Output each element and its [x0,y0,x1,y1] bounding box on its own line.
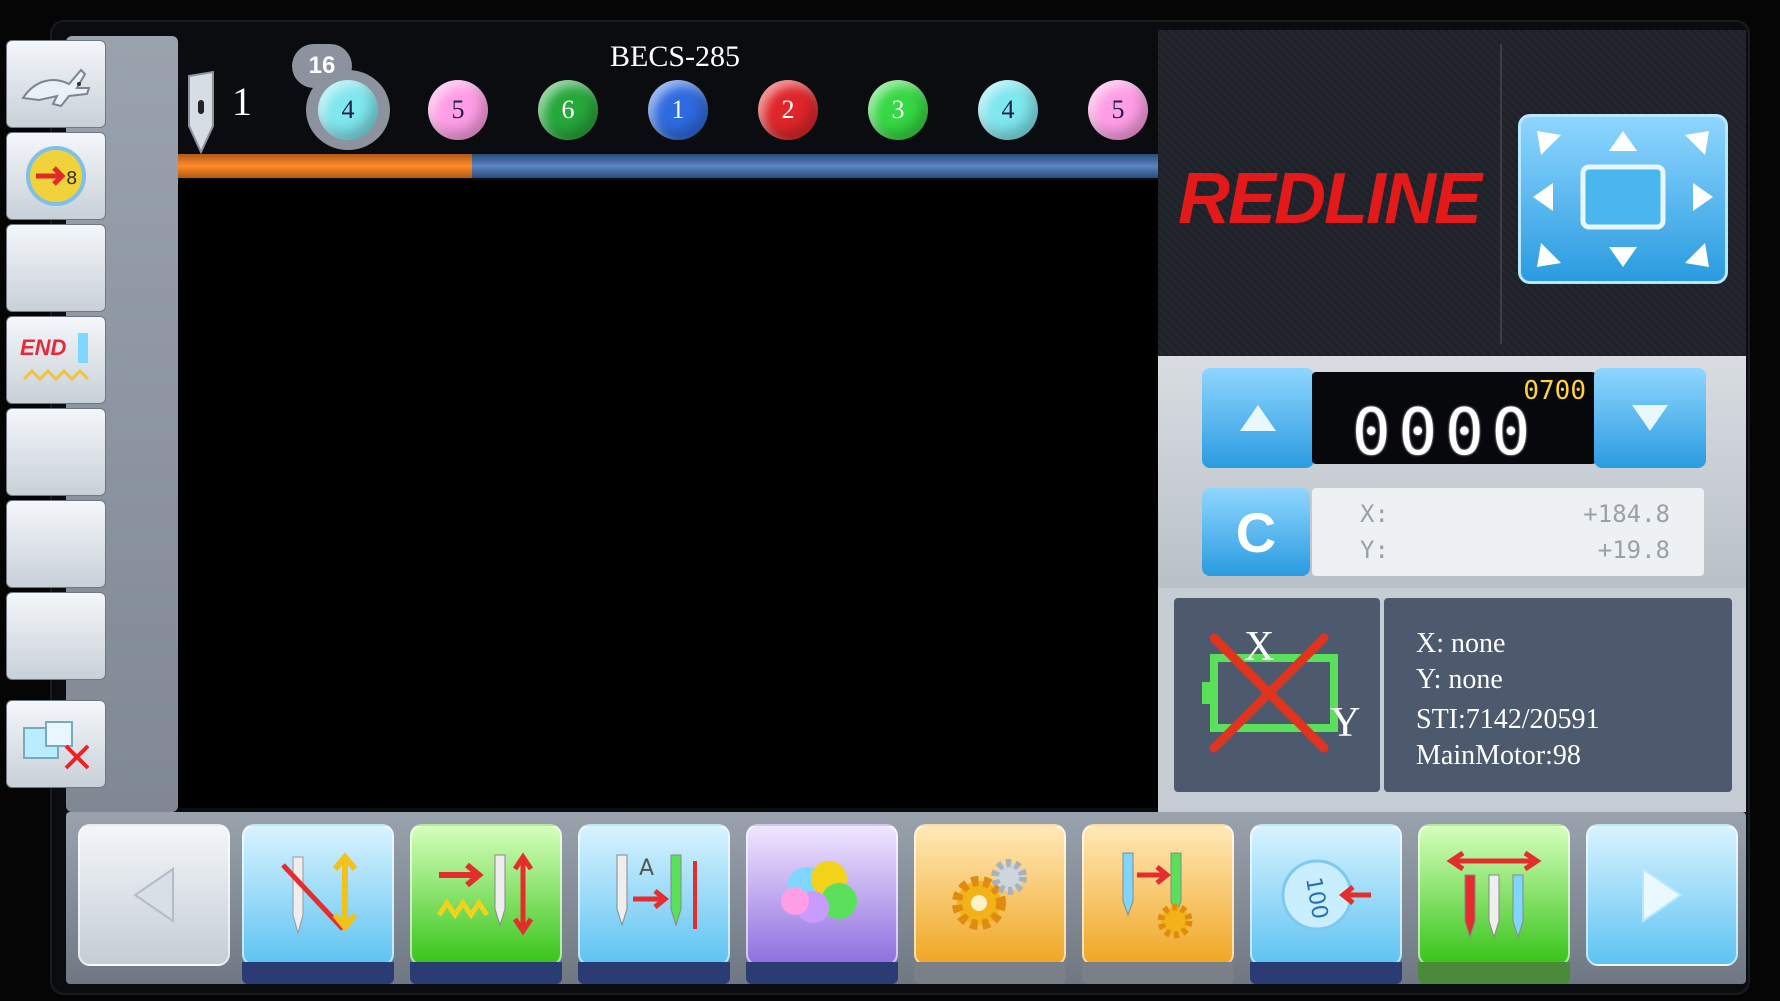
svg-text:8: 8 [66,168,77,189]
color-palette-icon [781,861,857,923]
design-name: BECS-285 [609,40,741,73]
needle-color-3[interactable]: 6 [538,80,598,140]
stitch-forward-icon [436,852,534,936]
prev-page-button[interactable] [78,824,230,966]
button-base [1082,962,1234,984]
needle-color-8[interactable]: 5 [1088,80,1148,140]
frame-jog-pad[interactable] [1518,114,1728,284]
needle-change-icon [281,852,358,935]
left-blank-button-3[interactable] [6,500,106,588]
stitch-progress-fill [178,154,472,178]
left-blank-button-2[interactable] [6,408,106,496]
rabbit-icon [21,68,91,108]
needle-settings-icon [1122,852,1193,939]
rabbit-speed-button[interactable] [6,40,106,128]
stitch-progress-bar [178,154,1158,178]
svg-text:A: A [639,856,654,881]
button-base [242,962,394,984]
left-blank-button-4[interactable] [6,592,106,680]
needle-color-7[interactable]: 4 [978,80,1038,140]
y-coord-label: Y: [1360,536,1389,564]
current-speed: 0000 [1352,396,1539,470]
arrow-up-icon [1240,405,1276,431]
return-origin-button[interactable]: 8 [6,132,106,220]
frame-limit-status: X Y [1174,598,1380,792]
arrow-down-icon [1632,405,1668,431]
button-base [410,962,562,984]
machine-status-info: X: none Y: none STI:7142/20591 MainMotor… [1384,598,1732,792]
x-coord-value: +184.8 [1583,500,1670,528]
move-arrows-icon [1533,131,1713,267]
needle-color-5[interactable]: 2 [758,80,818,140]
speed-down-button[interactable] [1594,368,1706,468]
thread-trim-button[interactable] [1418,824,1570,966]
end-button[interactable]: END [6,316,106,404]
needle-color-4[interactable]: 1 [648,80,708,140]
x-coord-label: X: [1360,500,1389,528]
clear-frame-icon [23,721,90,770]
y-coord-value: +19.8 [1597,536,1670,564]
prev-page-icon [133,867,174,923]
clear-coords-button[interactable]: C [1202,488,1310,576]
button-base [1250,962,1402,984]
speed-display: 0700 0000 [1312,372,1596,470]
needle-icon [188,70,214,154]
needle-align-icon: A [616,854,697,929]
stitch-forward-button[interactable] [410,824,562,966]
end-icon: END [20,333,90,382]
speed-100-button[interactable]: 100 [1250,824,1402,966]
brand-logo: REDLINE [1178,159,1482,239]
status-stitch-count: STI:7142/20591 [1416,704,1600,735]
clear-frame-button[interactable] [6,700,106,788]
color-palette-button[interactable] [746,824,898,966]
button-base [914,962,1066,984]
needle-color-2[interactable]: 5 [428,80,488,140]
speed-100-icon: 100 [1281,859,1371,931]
thread-trim-icon [1446,850,1542,939]
frame-disabled-icon: X Y [1202,624,1360,753]
status-y: Y: none [1416,664,1503,695]
speed-up-button[interactable] [1202,368,1314,468]
settings-button[interactable] [914,824,1066,966]
needle-change-button[interactable] [242,824,394,966]
svg-text:END: END [20,335,67,360]
button-base [578,962,730,984]
button-base [746,962,898,984]
settings-gear-icon [952,859,1027,930]
needle-color-6[interactable]: 3 [868,80,928,140]
design-preview-canvas[interactable] [178,180,1158,808]
svg-text:X: X [1244,624,1274,670]
status-x: X: none [1416,628,1506,659]
status-main-motor: MainMotor:98 [1416,740,1581,771]
origin-return-icon: 8 [26,146,86,206]
next-page-icon [1642,867,1683,923]
needle-color-1[interactable]: 4 [318,80,378,140]
panel-divider [1500,44,1502,344]
next-page-button[interactable] [1586,824,1738,966]
needle-align-button[interactable]: A [578,824,730,966]
needle-settings-button[interactable] [1082,824,1234,966]
left-blank-button-1[interactable] [6,224,106,312]
current-needle-number: 1 [232,79,252,124]
coordinate-readout: X: +184.8 Y: +19.8 [1312,488,1704,576]
button-base [1418,962,1570,984]
svg-text:Y: Y [1330,700,1360,746]
